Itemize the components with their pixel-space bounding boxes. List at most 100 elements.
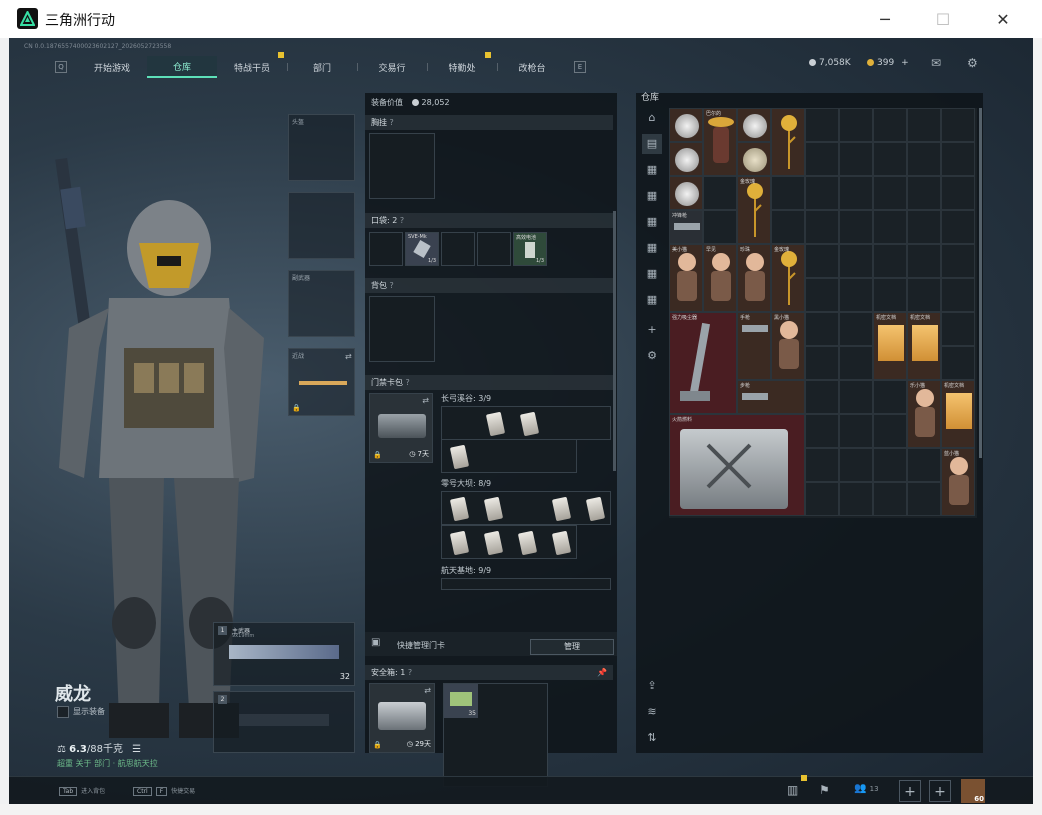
mail-icon[interactable]: ✉	[931, 56, 941, 70]
keycard-icon[interactable]	[483, 496, 504, 522]
swap-icon[interactable]: ⇄	[422, 396, 429, 405]
grid-cell[interactable]	[873, 448, 907, 482]
grid-cell[interactable]	[907, 278, 941, 312]
warehouse-item-gun[interactable]: 手枪	[737, 312, 771, 380]
grid-cell[interactable]	[941, 108, 975, 142]
pocket-slot[interactable]	[441, 232, 475, 266]
pocket-slot[interactable]	[369, 232, 403, 266]
pocket-slot[interactable]: 高效电池 1/3	[513, 232, 547, 266]
grid-cell[interactable]	[839, 482, 873, 516]
grid-cell[interactable]	[805, 346, 839, 380]
grid-cell[interactable]	[873, 176, 907, 210]
warehouse-item-coin[interactable]	[669, 108, 703, 142]
warehouse-tab-icon[interactable]: ▦	[642, 264, 662, 284]
help-icon[interactable]: ?	[390, 118, 394, 127]
grid-cell[interactable]	[805, 448, 839, 482]
grid-cell[interactable]	[907, 244, 941, 278]
show-equipment-checkbox[interactable]	[57, 706, 69, 718]
keycard-icon[interactable]	[551, 530, 572, 556]
grid-cell[interactable]	[703, 176, 737, 210]
grid-cell[interactable]	[805, 482, 839, 516]
sort-icon[interactable]: ⇅	[642, 728, 662, 748]
keycard-icon[interactable]	[449, 530, 470, 556]
warehouse-item-canister[interactable]: 火箭燃料	[669, 414, 805, 516]
keycard-case-slot[interactable]: ⇄ 🔒 ◷ 7天	[369, 393, 433, 463]
melee-slot[interactable]: 近战 ⇄ 🔒	[288, 348, 355, 416]
grid-cell[interactable]	[805, 210, 839, 244]
grid-cell[interactable]	[941, 312, 975, 346]
grid-cell[interactable]	[873, 142, 907, 176]
warehouse-item-coin[interactable]	[669, 176, 703, 210]
equipment-scrollbar[interactable]	[613, 211, 616, 471]
tab-gunsmith[interactable]: 改枪台	[497, 56, 567, 78]
tab-warehouse[interactable]: 仓库	[147, 56, 217, 78]
grid-cell[interactable]	[839, 244, 873, 278]
grid-cell[interactable]	[907, 210, 941, 244]
secondary-weapon-slot[interactable]: 2	[213, 691, 355, 753]
warehouse-item-sombrero[interactable]: 巴尔的	[703, 108, 737, 176]
grid-cell[interactable]	[703, 210, 737, 244]
grid-cell[interactable]	[805, 380, 839, 414]
keycard-icon[interactable]	[485, 411, 506, 437]
warehouse-tab-icon[interactable]: ▦	[642, 238, 662, 258]
swap-icon[interactable]: ⇄	[424, 686, 431, 695]
add-tab-icon[interactable]: +	[642, 320, 662, 340]
grid-cell[interactable]	[941, 244, 975, 278]
grid-cell[interactable]	[873, 210, 907, 244]
grid-cell[interactable]	[907, 448, 941, 482]
manage-button[interactable]: 管理	[530, 639, 614, 655]
layers-icon[interactable]: ≋	[642, 702, 662, 722]
grid-cell[interactable]	[873, 414, 907, 448]
keycard-icon[interactable]	[449, 444, 470, 470]
grid-cell[interactable]	[805, 312, 839, 346]
help-icon[interactable]: ?	[400, 216, 404, 225]
maximize-button[interactable]: ☐	[920, 4, 966, 34]
grid-cell[interactable]	[873, 278, 907, 312]
warehouse-item-doc[interactable]: 机密文档	[941, 380, 975, 448]
grid-cell[interactable]	[839, 278, 873, 312]
warehouse-item-coin[interactable]	[737, 108, 771, 142]
warehouse-item-figure[interactable]: 蓝小猫	[941, 448, 975, 516]
keycard-icon[interactable]	[551, 496, 572, 522]
warehouse-scrollbar[interactable]	[979, 108, 982, 458]
help-icon[interactable]: ?	[406, 378, 410, 387]
warehouse-item-figure[interactable]: 珍珠	[737, 244, 771, 312]
keycard-icon[interactable]	[585, 496, 606, 522]
grid-cell[interactable]	[805, 414, 839, 448]
add-currency-button[interactable]: +	[901, 58, 909, 68]
settings-gear-icon[interactable]: ⚙	[967, 56, 978, 70]
grid-cell[interactable]	[805, 278, 839, 312]
grid-cell[interactable]	[771, 176, 805, 210]
warehouse-item-vacuum[interactable]: 强力吸尘器	[669, 312, 737, 414]
tab-special-ops[interactable]: 特勤处	[427, 56, 497, 78]
warehouse-tab-icon[interactable]: ▦	[642, 160, 662, 180]
grid-cell[interactable]	[941, 176, 975, 210]
grid-cell[interactable]	[805, 244, 839, 278]
chest-rig-slot[interactable]	[369, 133, 435, 199]
keycard-icon[interactable]	[449, 496, 470, 522]
tab-department[interactable]: 部门	[287, 56, 357, 78]
grid-cell[interactable]	[839, 312, 873, 346]
helmet-slot[interactable]: 头盔	[288, 114, 355, 181]
keycard-icon[interactable]	[483, 530, 504, 556]
grid-cell[interactable]	[805, 108, 839, 142]
warehouse-item-doc[interactable]: 机密文档	[907, 312, 941, 380]
help-icon[interactable]: ?	[390, 281, 394, 290]
warehouse-item-coin[interactable]	[669, 142, 703, 176]
swap-icon[interactable]: ⇄	[345, 352, 352, 361]
grid-cell[interactable]	[907, 176, 941, 210]
warehouse-item-rose[interactable]: 金玫瑰	[771, 244, 805, 312]
list-icon[interactable]: ☰	[132, 744, 141, 755]
backpack-hint[interactable]: Tab 进入背包	[59, 786, 105, 796]
grid-cell[interactable]	[771, 210, 805, 244]
warehouse-item-gun[interactable]: 步枪	[737, 380, 805, 414]
grid-cell[interactable]	[839, 108, 873, 142]
grid-cell[interactable]	[839, 176, 873, 210]
player-avatar[interactable]: 60	[961, 779, 985, 803]
grid-cell[interactable]	[873, 244, 907, 278]
grid-cell[interactable]	[839, 210, 873, 244]
keycard-icon[interactable]	[517, 530, 538, 556]
nav-prev-key[interactable]: Q	[55, 61, 67, 73]
grid-cell[interactable]	[839, 414, 873, 448]
add-teammate-button[interactable]: +	[899, 780, 921, 802]
